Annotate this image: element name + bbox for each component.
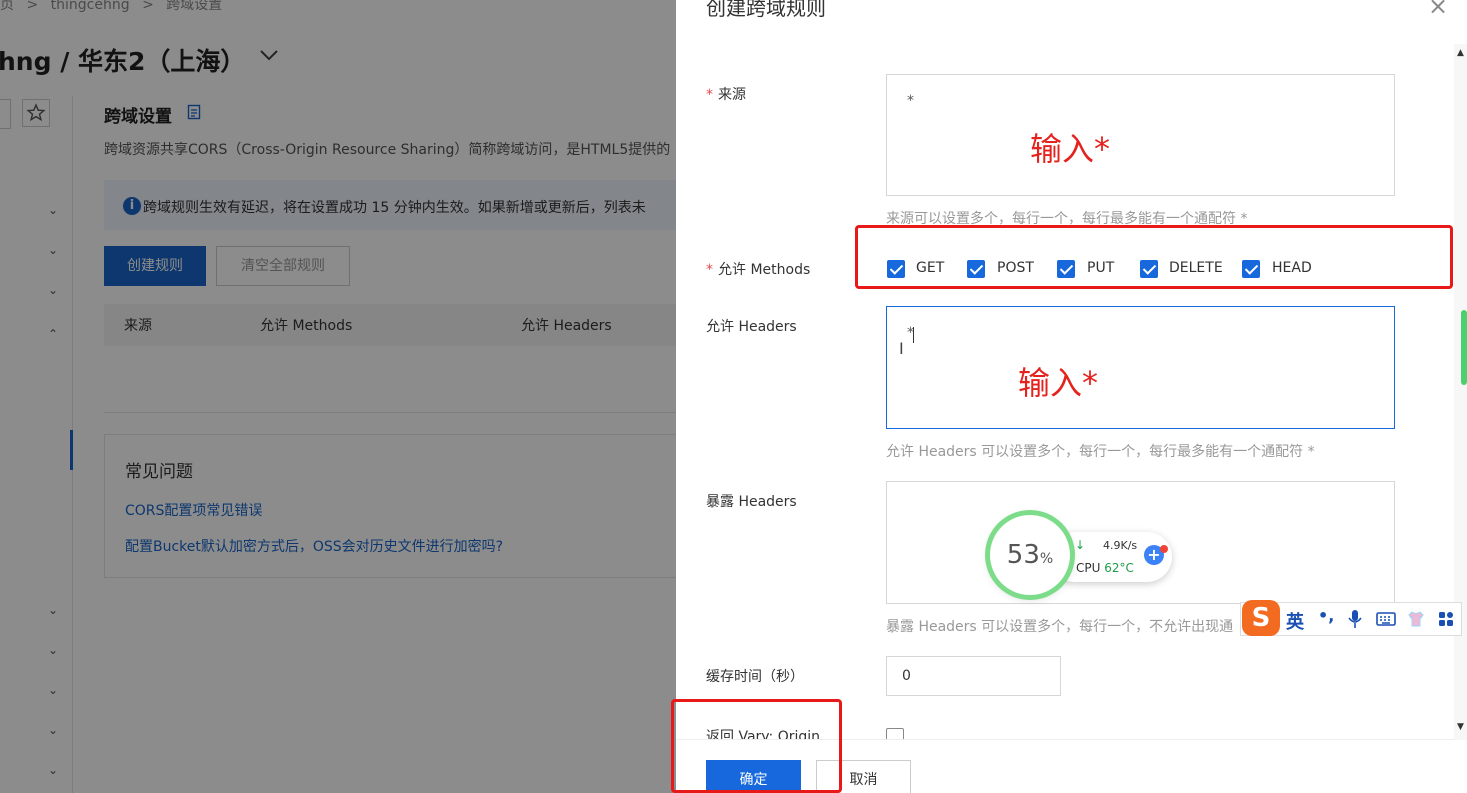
microphone-icon[interactable] bbox=[1347, 609, 1363, 629]
notification-dot bbox=[1160, 545, 1168, 553]
expose-headers-hint: 暴露 Headers 可以设置多个，每行一个，不允许出现通 bbox=[886, 619, 1234, 635]
modal-overlay[interactable] bbox=[0, 0, 676, 793]
annotation-headers: 输入* bbox=[1018, 364, 1099, 402]
drawer-title: 创建跨域规则 bbox=[706, 0, 826, 20]
ime-lang-toggle[interactable]: 英 bbox=[1286, 608, 1304, 634]
allow-headers-label: 允许 Headers bbox=[706, 319, 797, 335]
cache-time-label: 缓存时间（秒） bbox=[706, 669, 804, 685]
apps-grid-icon[interactable] bbox=[1437, 610, 1455, 628]
cache-time-input[interactable]: 0 bbox=[886, 656, 1061, 696]
annotation-box-confirm bbox=[671, 699, 842, 793]
annotation-source: 输入* bbox=[1030, 130, 1111, 168]
source-value: * bbox=[907, 93, 914, 109]
keyboard-icon[interactable] bbox=[1376, 611, 1396, 627]
memory-usage-ring[interactable]: 53% bbox=[990, 515, 1070, 595]
cache-time-value: 0 bbox=[902, 668, 911, 684]
cpu-readout: CPU 62°C bbox=[1076, 561, 1134, 575]
download-arrow-icon: ↓ bbox=[1075, 538, 1086, 552]
methods-label: * 允许 Methods bbox=[706, 262, 811, 278]
source-textarea[interactable]: * bbox=[886, 74, 1395, 196]
allow-headers-textarea[interactable]: * Ι bbox=[886, 306, 1395, 429]
close-icon[interactable]: × bbox=[1428, 0, 1448, 20]
memory-percent: 53% bbox=[1006, 540, 1054, 570]
skin-icon[interactable] bbox=[1407, 610, 1425, 628]
source-label: * 来源 bbox=[706, 87, 746, 103]
text-cursor-icon: Ι bbox=[899, 339, 904, 358]
network-speed: 4.9K/s bbox=[1103, 539, 1138, 552]
allow-headers-hint: 允许 Headers 可以设置多个，每行一个，每行最多能有一个通配符 * bbox=[886, 444, 1315, 460]
scrollbar-thumb[interactable] bbox=[1461, 310, 1467, 385]
annotation-box-methods bbox=[855, 225, 1453, 289]
text-caret bbox=[913, 327, 914, 343]
ime-punct-toggle[interactable]: •, bbox=[1318, 606, 1334, 625]
sogou-logo-icon[interactable]: S bbox=[1242, 600, 1280, 636]
scroll-down-icon[interactable]: ▼ bbox=[1457, 722, 1464, 732]
expose-headers-label: 暴露 Headers bbox=[706, 494, 797, 510]
scroll-up-icon[interactable]: ▲ bbox=[1457, 48, 1464, 58]
